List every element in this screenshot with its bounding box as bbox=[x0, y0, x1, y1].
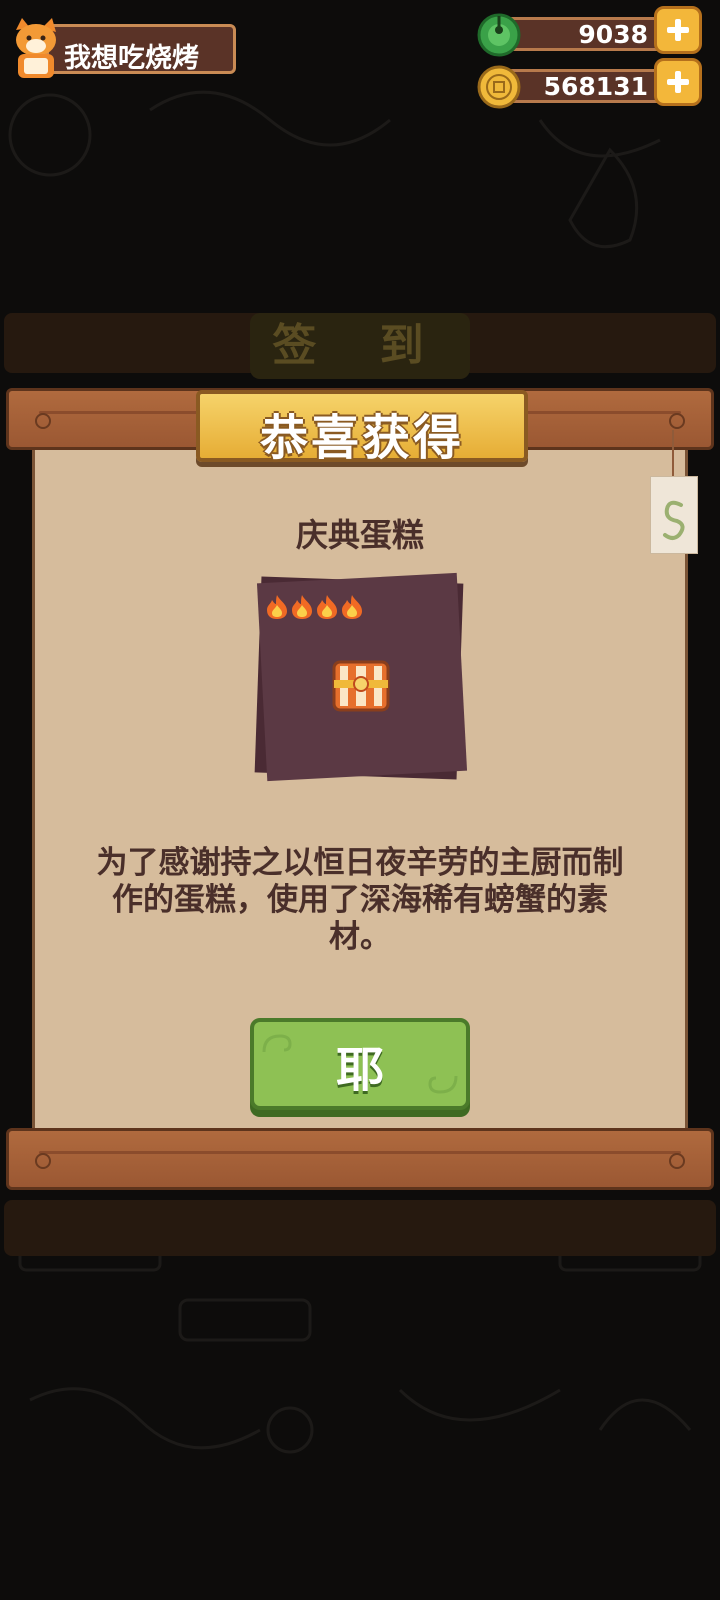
plus-icon bbox=[667, 71, 689, 93]
jade-coin-icon bbox=[477, 13, 521, 57]
flame-icon bbox=[317, 595, 337, 619]
player-name: 我想吃烧烤 bbox=[64, 43, 199, 74]
underlying-board-bottom bbox=[4, 1200, 716, 1256]
confirm-button[interactable]: 耶 bbox=[250, 1018, 470, 1110]
gold-currency: 568131 bbox=[476, 58, 702, 109]
underlying-signin-tab: 签 到 bbox=[250, 313, 470, 379]
dialog-bottom-plank bbox=[6, 1128, 714, 1190]
plus-icon bbox=[667, 19, 689, 41]
reward-item-description: 为了感谢持之以恒日夜辛劳的主厨而制作的蛋糕，使用了深海稀有螃蟹的素材。 bbox=[96, 845, 624, 955]
bolt-icon bbox=[669, 413, 685, 429]
gold-coin-icon bbox=[477, 65, 521, 109]
add-gold-button[interactable] bbox=[654, 58, 702, 106]
tag-string bbox=[672, 430, 674, 480]
dialog-title-banner: 恭喜获得 bbox=[196, 390, 528, 466]
wood-grain bbox=[39, 1151, 681, 1154]
rarity-flames bbox=[267, 595, 362, 619]
add-jade-button[interactable] bbox=[654, 6, 702, 54]
jade-value: 9038 bbox=[578, 20, 648, 49]
player-profile[interactable]: 我想吃烧烤 bbox=[6, 16, 236, 78]
flame-icon bbox=[267, 595, 287, 619]
flame-icon bbox=[342, 595, 362, 619]
cake-icon bbox=[332, 660, 390, 712]
dialog-title: 恭喜获得 bbox=[259, 410, 464, 466]
flame-icon bbox=[292, 595, 312, 619]
bolt-icon bbox=[35, 413, 51, 429]
bolt-icon bbox=[669, 1153, 685, 1169]
fox-chef-avatar-icon[interactable] bbox=[8, 16, 64, 80]
bolt-icon bbox=[35, 1153, 51, 1169]
confirm-button-label: 耶 bbox=[335, 1042, 384, 1098]
jade-currency: 9038 bbox=[476, 6, 702, 57]
gold-value: 568131 bbox=[543, 72, 648, 101]
reward-item-name: 庆典蛋糕 bbox=[295, 516, 424, 554]
